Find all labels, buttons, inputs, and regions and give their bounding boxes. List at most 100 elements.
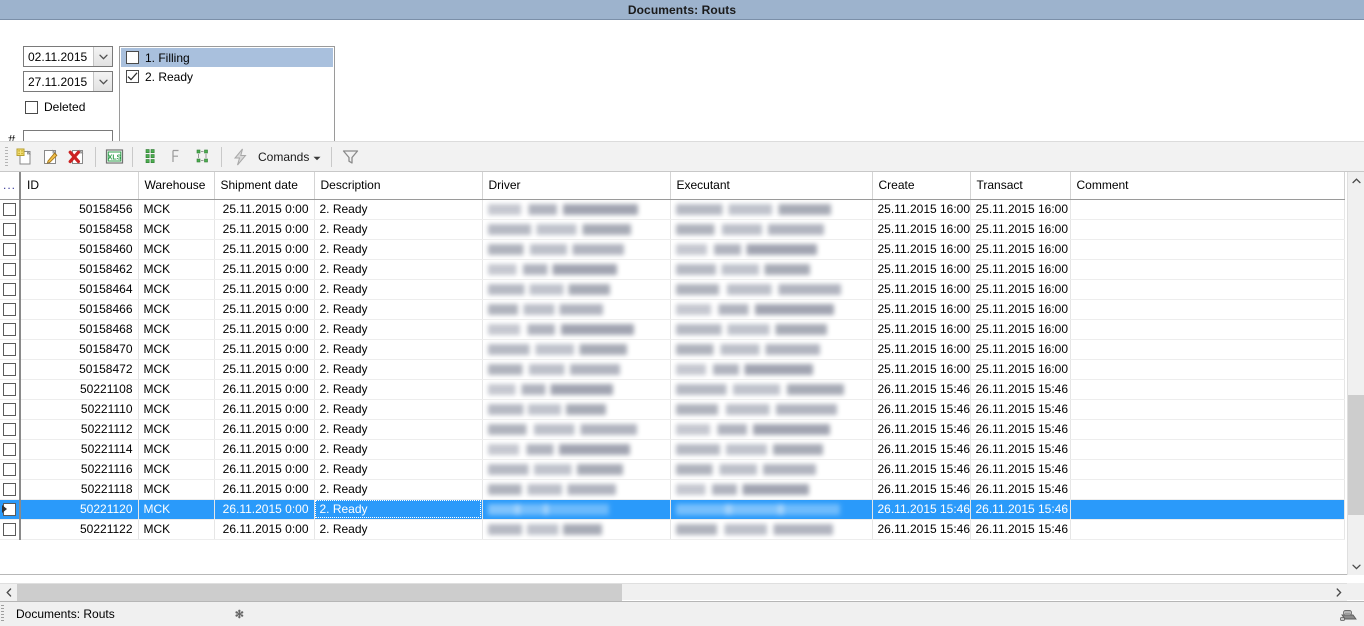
row-select-cell[interactable] — [0, 319, 21, 340]
row-cell-warehouse[interactable]: MCK — [138, 219, 215, 240]
row-checkbox[interactable] — [3, 223, 16, 237]
scroll-down-button[interactable] — [1348, 558, 1364, 575]
row-cell-driver[interactable] — [482, 279, 671, 300]
scroll-up-button[interactable] — [1348, 172, 1364, 189]
row-cell-warehouse[interactable]: MCK — [138, 339, 215, 360]
row-checkbox[interactable] — [3, 343, 16, 357]
row-cell-driver[interactable] — [482, 439, 671, 460]
row-cell-driver[interactable] — [482, 519, 671, 540]
row-cell-shipment-date[interactable]: 25.11.2015 0:00 — [214, 219, 315, 240]
table-row[interactable]: 50158472 MCK 25.11.2015 0:00 2. Ready 25.11.… — [0, 359, 1345, 380]
row-cell-id[interactable]: 50221112 — [20, 419, 139, 440]
row-cell-create[interactable]: 26.11.2015 15:46 — [872, 519, 971, 540]
row-cell-id[interactable]: 50158464 — [20, 279, 139, 300]
delete-document-icon[interactable] — [64, 144, 90, 170]
row-cell-warehouse[interactable]: MCK — [138, 519, 215, 540]
row-cell-warehouse[interactable]: MCK — [138, 299, 215, 320]
row-cell-warehouse[interactable]: MCK — [138, 459, 215, 480]
row-cell-description[interactable]: 2. Ready — [314, 199, 483, 220]
column-header-id[interactable]: ID — [20, 172, 139, 200]
row-cell-driver[interactable] — [482, 239, 671, 260]
status-list-item-filling[interactable]: 1. Filling — [121, 48, 333, 67]
row-cell-create[interactable]: 25.11.2015 16:00 — [872, 319, 971, 340]
row-cell-create[interactable]: 25.11.2015 16:00 — [872, 339, 971, 360]
row-cell-transact[interactable]: 26.11.2015 15:46 — [970, 439, 1071, 460]
row-cell-comment[interactable] — [1070, 399, 1345, 420]
row-cell-create[interactable]: 25.11.2015 16:00 — [872, 259, 971, 280]
row-cell-shipment-date[interactable]: 25.11.2015 0:00 — [214, 199, 315, 220]
row-cell-driver[interactable] — [482, 459, 671, 480]
table-row[interactable]: 50221108 MCK 26.11.2015 0:00 2. Ready 26.11.… — [0, 379, 1345, 400]
row-cell-driver[interactable] — [482, 259, 671, 280]
row-cell-description[interactable]: 2. Ready — [314, 359, 483, 380]
row-cell-transact[interactable]: 25.11.2015 16:00 — [970, 319, 1071, 340]
column-header-transact[interactable]: Transact — [970, 172, 1071, 200]
row-cell-description[interactable]: 2. Ready — [314, 259, 483, 280]
row-cell-shipment-date[interactable]: 25.11.2015 0:00 — [214, 319, 315, 340]
table-row[interactable]: 50158456 MCK 25.11.2015 0:00 2. Ready 25.11.… — [0, 199, 1345, 220]
row-cell-transact[interactable]: 25.11.2015 16:00 — [970, 339, 1071, 360]
row-cell-transact[interactable]: 26.11.2015 15:46 — [970, 519, 1071, 540]
row-cell-description[interactable]: 2. Ready — [314, 479, 483, 500]
row-cell-transact[interactable]: 25.11.2015 16:00 — [970, 299, 1071, 320]
row-cell-id[interactable]: 50221108 — [20, 379, 139, 400]
row-cell-executant[interactable] — [670, 359, 873, 380]
table-row[interactable]: 50221112 MCK 26.11.2015 0:00 2. Ready 26.11.… — [0, 419, 1345, 440]
column-header-driver[interactable]: Driver — [482, 172, 671, 200]
export-xls-icon[interactable]: XLS — [101, 144, 127, 170]
row-checkbox[interactable] — [3, 423, 16, 437]
row-cell-transact[interactable]: 26.11.2015 15:46 — [970, 419, 1071, 440]
table-row[interactable]: 50221114 MCK 26.11.2015 0:00 2. Ready 26.11.… — [0, 439, 1345, 460]
row-cell-comment[interactable] — [1070, 499, 1345, 520]
row-cell-create[interactable]: 26.11.2015 15:46 — [872, 419, 971, 440]
row-select-cell[interactable] — [0, 399, 21, 420]
row-cell-comment[interactable] — [1070, 479, 1345, 500]
row-cell-description[interactable]: 2. Ready — [314, 319, 483, 340]
table-row[interactable]: 50221118 MCK 26.11.2015 0:00 2. Ready 26.11.… — [0, 479, 1345, 500]
close-icon[interactable]: ✻ — [235, 608, 244, 621]
row-cell-shipment-date[interactable]: 26.11.2015 0:00 — [214, 399, 315, 420]
horizontal-scroll-thumb[interactable] — [17, 584, 622, 601]
row-select-cell[interactable] — [0, 199, 21, 220]
toolbar-drag-grip[interactable] — [2, 145, 11, 168]
row-checkbox[interactable] — [3, 443, 16, 457]
row-select-cell[interactable] — [0, 479, 21, 500]
table-row[interactable]: 50158462 MCK 25.11.2015 0:00 2. Ready 25.11.… — [0, 259, 1345, 280]
row-select-cell[interactable] — [0, 519, 21, 540]
group-rows-icon[interactable] — [190, 144, 216, 170]
row-cell-description[interactable]: 2. Ready — [314, 499, 483, 520]
table-row[interactable]: 50158466 MCK 25.11.2015 0:00 2. Ready 25.11.… — [0, 299, 1345, 320]
row-select-cell[interactable] — [0, 499, 21, 520]
table-row[interactable]: 50158468 MCK 25.11.2015 0:00 2. Ready 25.11.… — [0, 319, 1345, 340]
row-cell-executant[interactable] — [670, 339, 873, 360]
row-cell-driver[interactable] — [482, 299, 671, 320]
row-select-cell[interactable] — [0, 339, 21, 360]
row-cell-warehouse[interactable]: MCK — [138, 259, 215, 280]
row-cell-shipment-date[interactable]: 26.11.2015 0:00 — [214, 519, 315, 540]
row-checkbox[interactable] — [3, 383, 16, 397]
row-cell-executant[interactable] — [670, 479, 873, 500]
grid-vertical-scrollbar[interactable] — [1347, 172, 1364, 575]
row-cell-comment[interactable] — [1070, 359, 1345, 380]
row-cell-comment[interactable] — [1070, 239, 1345, 260]
row-cell-comment[interactable] — [1070, 299, 1345, 320]
row-cell-description[interactable]: 2. Ready — [314, 339, 483, 360]
row-cell-executant[interactable] — [670, 239, 873, 260]
row-cell-create[interactable]: 26.11.2015 15:46 — [872, 459, 971, 480]
row-cell-description[interactable]: 2. Ready — [314, 299, 483, 320]
row-cell-driver[interactable] — [482, 199, 671, 220]
column-header-create[interactable]: Create — [872, 172, 971, 200]
row-select-cell[interactable] — [0, 419, 21, 440]
table-row[interactable]: 50221110 MCK 26.11.2015 0:00 2. Ready 26.11.… — [0, 399, 1345, 420]
row-cell-warehouse[interactable]: MCK — [138, 379, 215, 400]
deleted-checkbox-row[interactable]: Deleted — [25, 100, 85, 114]
grid-horizontal-scrollbar[interactable] — [0, 583, 1364, 601]
row-cell-create[interactable]: 25.11.2015 16:00 — [872, 299, 971, 320]
row-checkbox[interactable] — [3, 483, 16, 497]
row-cell-driver[interactable] — [482, 219, 671, 240]
row-cell-transact[interactable]: 25.11.2015 16:00 — [970, 259, 1071, 280]
row-cell-id[interactable]: 50221120 — [20, 499, 139, 520]
row-cell-warehouse[interactable]: MCK — [138, 319, 215, 340]
row-cell-create[interactable]: 26.11.2015 15:46 — [872, 399, 971, 420]
commands-button[interactable]: Comands — [253, 145, 326, 169]
